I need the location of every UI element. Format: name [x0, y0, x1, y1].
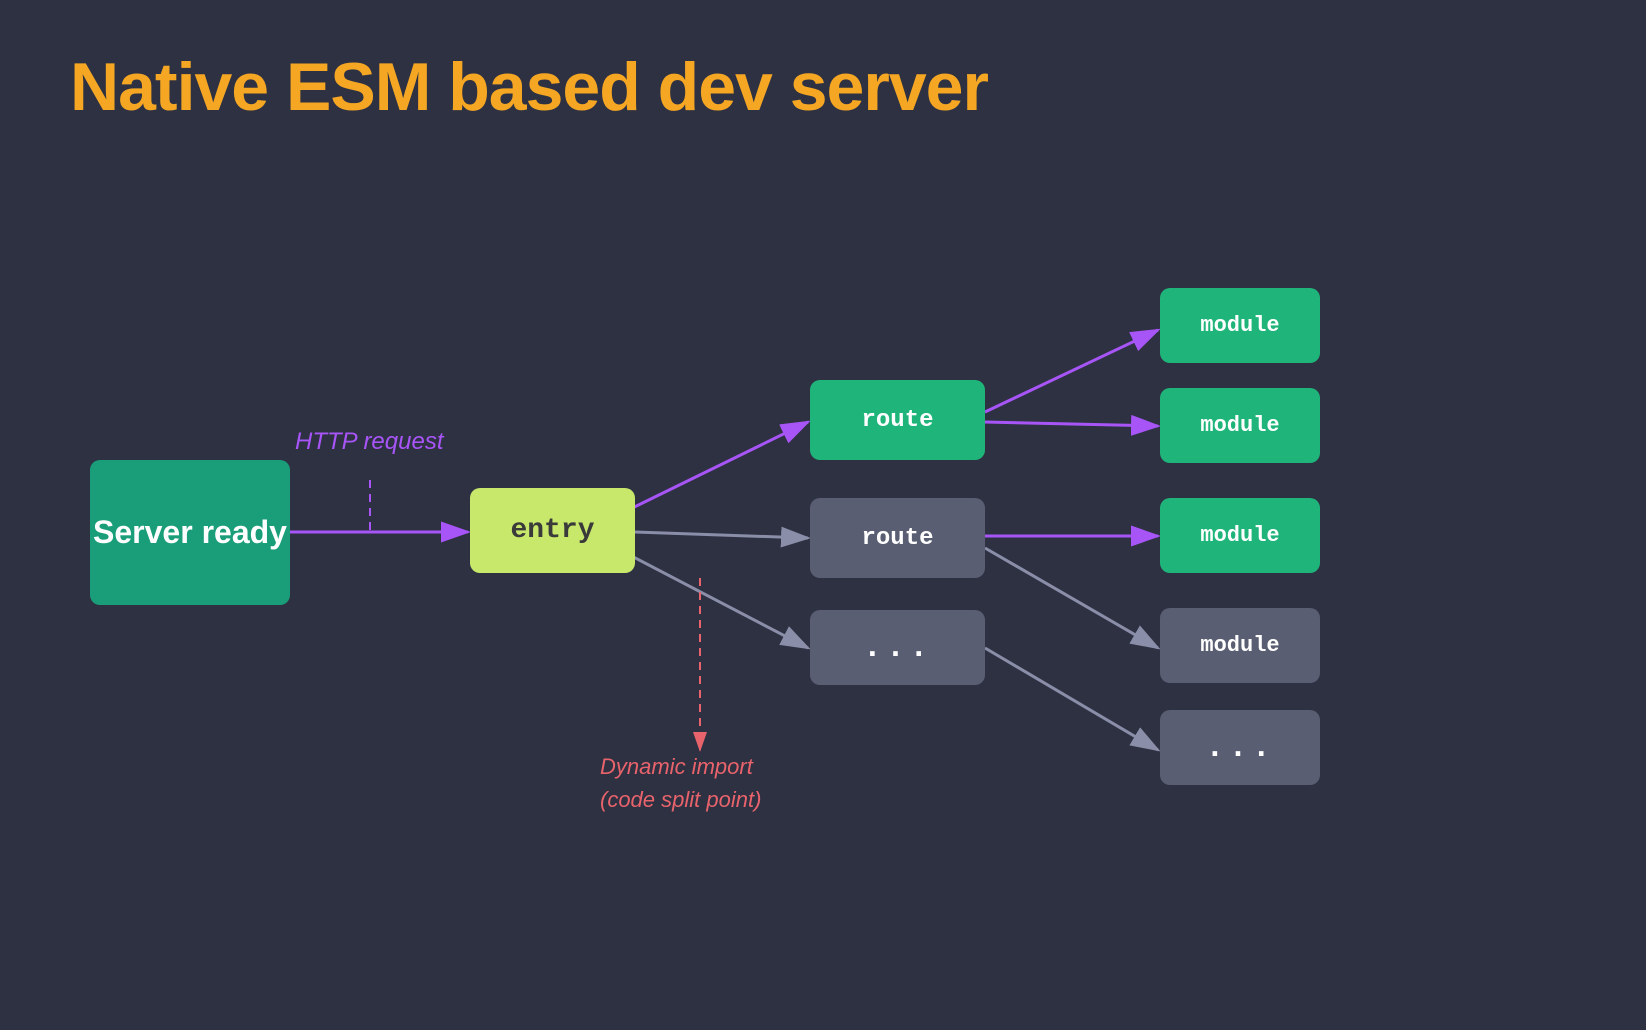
route-gray-node: route — [810, 498, 985, 578]
module-3-node: module — [1160, 498, 1320, 573]
dynamic-import-label: Dynamic import(code split point) — [600, 750, 761, 816]
dots-right-node: ... — [1160, 710, 1320, 785]
dots-gray-node: ... — [810, 610, 985, 685]
page-title: Native ESM based dev server — [70, 48, 988, 126]
diagram-area: Server ready entry route route ... modul… — [0, 220, 1646, 1030]
module-1-node: module — [1160, 288, 1320, 363]
route-green-node: route — [810, 380, 985, 460]
module-2-node: module — [1160, 388, 1320, 463]
server-ready-node: Server ready — [90, 460, 290, 605]
entry-node: entry — [470, 488, 635, 573]
http-request-label: HTTP request — [295, 428, 444, 456]
module-4-node: module — [1160, 608, 1320, 683]
